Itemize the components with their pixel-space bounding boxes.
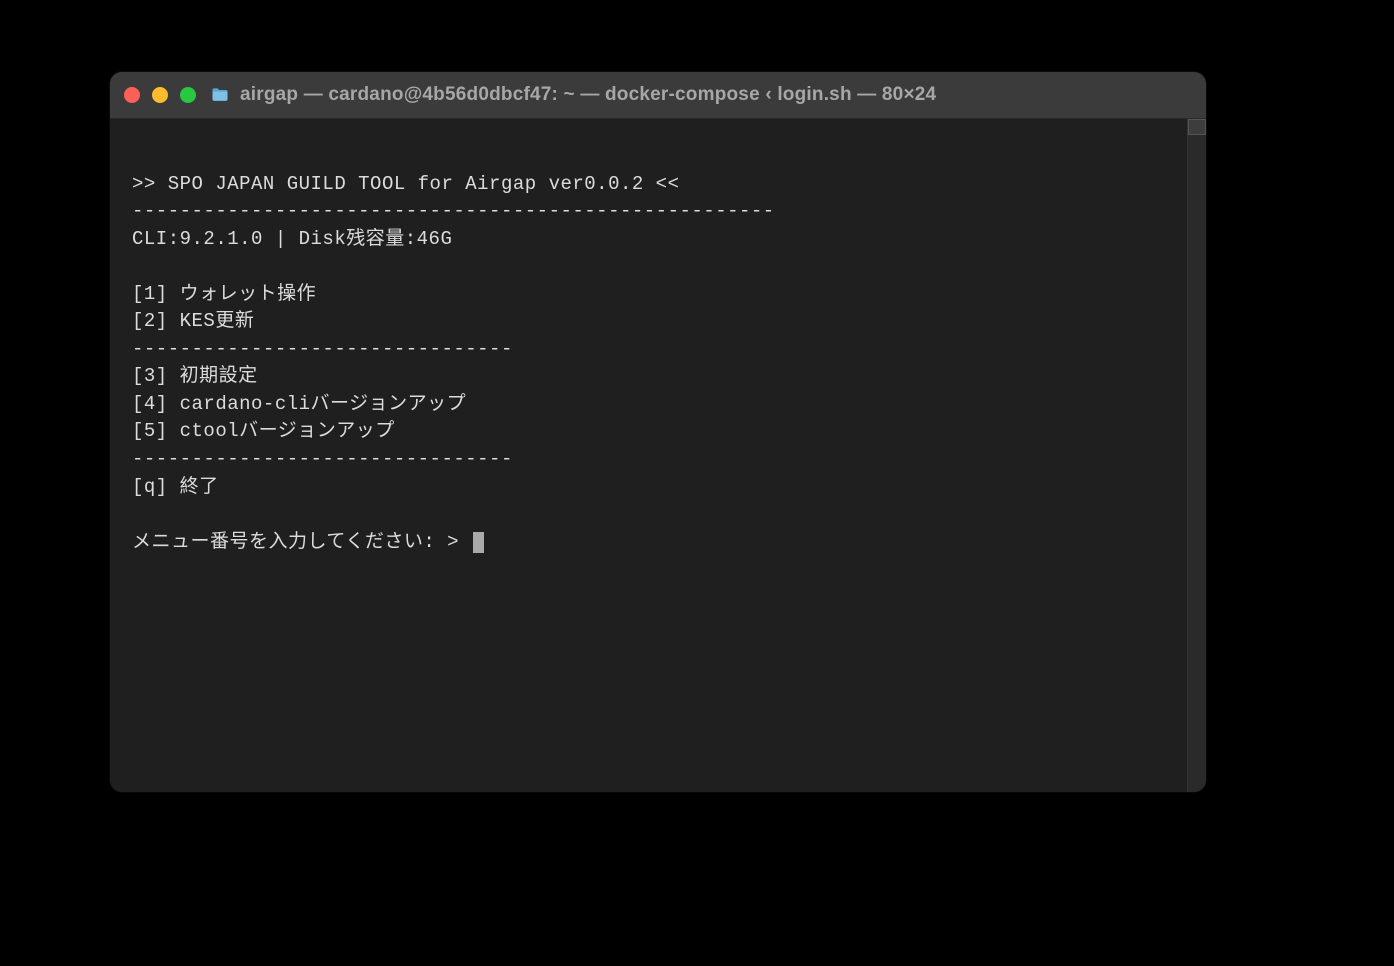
divider-short-2: -------------------------------- xyxy=(132,448,513,470)
window-fullscreen-button[interactable] xyxy=(180,87,196,103)
prompt-text: メニュー番号を入力してください: > xyxy=(132,531,471,553)
cursor-icon xyxy=(473,532,484,553)
menu-item-q: [q] 終了 xyxy=(132,476,219,498)
menu-item-1: [1] ウォレット操作 xyxy=(132,283,316,305)
window-minimize-button[interactable] xyxy=(152,87,168,103)
menu-item-4: [4] cardano-cliバージョンアップ xyxy=(132,393,466,415)
traffic-lights xyxy=(124,87,196,103)
input-prompt[interactable]: メニュー番号を入力してください: > xyxy=(132,531,484,553)
terminal-output[interactable]: >> SPO JAPAN GUILD TOOL for Airgap ver0.… xyxy=(110,119,1187,792)
window-title: airgap — cardano@4b56d0dbcf47: ~ — docke… xyxy=(240,84,936,106)
menu-item-3: [3] 初期設定 xyxy=(132,365,258,387)
menu-item-5: [5] ctoolバージョンアップ xyxy=(132,420,395,442)
folder-icon xyxy=(210,85,230,105)
scrollbar-thumb[interactable] xyxy=(1188,119,1206,135)
divider-short-1: -------------------------------- xyxy=(132,338,513,360)
window-titlebar: airgap — cardano@4b56d0dbcf47: ~ — docke… xyxy=(110,72,1206,119)
divider-long: ----------------------------------------… xyxy=(132,200,775,222)
vertical-scrollbar[interactable] xyxy=(1187,119,1206,792)
terminal-window: airgap — cardano@4b56d0dbcf47: ~ — docke… xyxy=(110,72,1206,792)
window-close-button[interactable] xyxy=(124,87,140,103)
status-line: CLI:9.2.1.0 | Disk残容量:46G xyxy=(132,228,452,250)
terminal-body[interactable]: >> SPO JAPAN GUILD TOOL for Airgap ver0.… xyxy=(110,119,1206,792)
menu-item-2: [2] KES更新 xyxy=(132,310,254,332)
tool-header-line: >> SPO JAPAN GUILD TOOL for Airgap ver0.… xyxy=(132,173,680,195)
